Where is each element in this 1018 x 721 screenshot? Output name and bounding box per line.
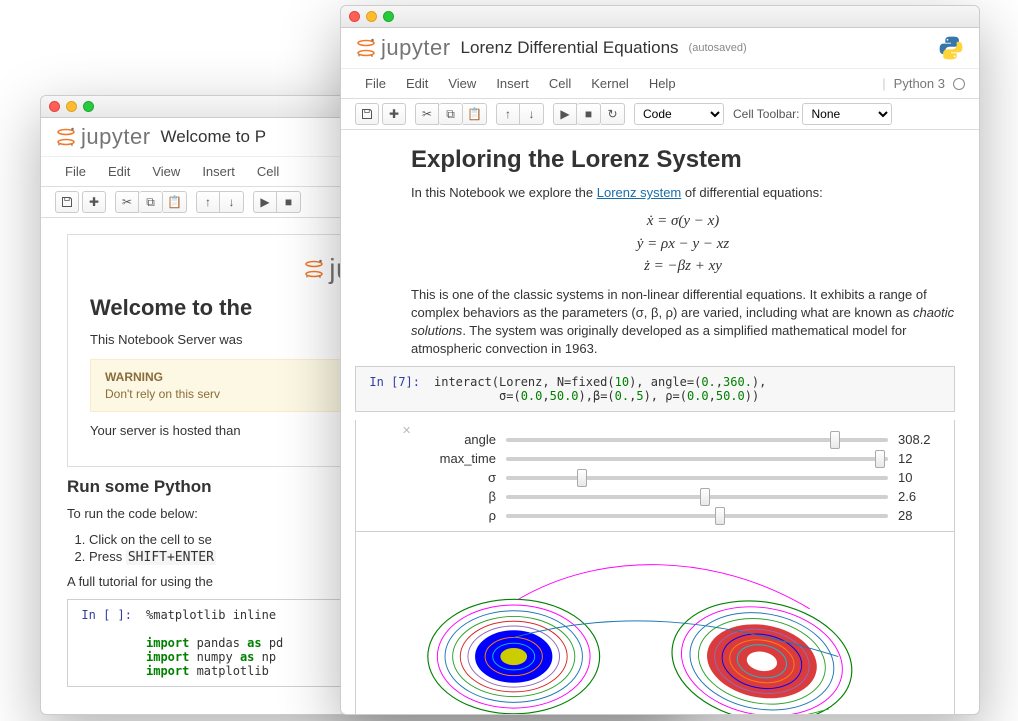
autosaved-label: (autosaved)	[689, 42, 747, 54]
slider-value: 10	[898, 470, 942, 485]
menu-file[interactable]: File	[355, 73, 396, 94]
front-code-body[interactable]: interact(Lorenz, N=fixed(10), angle=(0.,…	[426, 367, 954, 411]
jupyter-logo: jupyter	[355, 35, 451, 61]
slider-value: 308.2	[898, 432, 942, 447]
notebook-title-back[interactable]: Welcome to P	[161, 127, 267, 147]
copy-button[interactable]: ⧉	[139, 191, 163, 213]
slider-label: max_time	[426, 451, 496, 466]
cut-button[interactable]: ✂	[415, 103, 439, 125]
titlebar-front	[341, 6, 979, 28]
copy-button[interactable]: ⧉	[439, 103, 463, 125]
run-button[interactable]: ▶	[253, 191, 277, 213]
toolbar-front: ✚ ✂ ⧉ 📋 ↑ ↓ ▶ ■ ↻ Code Cell Toolbar: Non…	[341, 99, 979, 130]
close-output-icon[interactable]: ✕	[402, 424, 411, 437]
menubar-front: FileEditViewInsertCellKernelHelp | Pytho…	[341, 69, 979, 99]
notebook-title-front[interactable]: Lorenz Differential Equations	[461, 38, 679, 58]
close-icon[interactable]	[49, 101, 60, 112]
slider-row-angle: angle 308.2	[426, 432, 942, 447]
front-h1: Exploring the Lorenz System	[411, 146, 955, 174]
warning-body: Don't rely on this serv	[105, 387, 220, 401]
move-up-button[interactable]: ↑	[496, 103, 520, 125]
front-p2: This is one of the classic systems in no…	[411, 286, 955, 359]
jupyter-logo: jupyter	[55, 124, 151, 150]
celltype-select[interactable]: Code	[634, 103, 724, 125]
cell-toolbar-label: Cell Toolbar:	[733, 107, 799, 121]
paste-button[interactable]: 📋	[463, 103, 487, 125]
slider-handle[interactable]	[577, 469, 587, 487]
menu-insert[interactable]: Insert	[486, 73, 539, 94]
menu-kernel[interactable]: Kernel	[581, 73, 639, 94]
cut-button[interactable]: ✂	[115, 191, 139, 213]
menu-view[interactable]: View	[438, 73, 486, 94]
front-window: jupyter Lorenz Differential Equations (a…	[340, 5, 980, 715]
slider-row-ρ: ρ 28	[426, 508, 942, 523]
slider-label: ρ	[426, 508, 496, 523]
jupyter-logo-text: jupyter	[81, 124, 151, 150]
slider-track[interactable]	[506, 495, 888, 499]
minimize-icon[interactable]	[366, 11, 377, 22]
menu-help[interactable]: Help	[639, 73, 686, 94]
slider-value: 2.6	[898, 489, 942, 504]
menu-insert[interactable]: Insert	[192, 161, 245, 182]
back-prompt: In [ ]:	[68, 600, 138, 686]
slider-label: σ	[426, 470, 496, 485]
slider-value: 12	[898, 451, 942, 466]
cell-toolbar-select[interactable]: None	[802, 103, 892, 125]
equations: ẋ = σ(y − x) ẏ = ρx − y − xz ż = −βz + x…	[411, 210, 955, 278]
maximize-icon[interactable]	[83, 101, 94, 112]
restart-button[interactable]: ↻	[601, 103, 625, 125]
slider-row-β: β 2.6	[426, 489, 942, 504]
add-cell-button[interactable]: ✚	[382, 103, 406, 125]
slider-row-max_time: max_time 12	[426, 451, 942, 466]
slider-track[interactable]	[506, 457, 888, 461]
stop-button[interactable]: ■	[277, 191, 301, 213]
slider-handle[interactable]	[715, 507, 725, 525]
menu-cell[interactable]: Cell	[247, 161, 289, 182]
jupyter-header-front: jupyter Lorenz Differential Equations (a…	[341, 28, 979, 69]
slider-handle[interactable]	[830, 431, 840, 449]
move-down-button[interactable]: ↓	[220, 191, 244, 213]
close-icon[interactable]	[349, 11, 360, 22]
move-up-button[interactable]: ↑	[196, 191, 220, 213]
paste-button[interactable]: 📋	[163, 191, 187, 213]
front-prompt: In [7]:	[356, 367, 426, 411]
front-p1: In this Notebook we explore the Lorenz s…	[411, 184, 955, 202]
content-front: Exploring the Lorenz System In this Note…	[341, 130, 979, 715]
slider-handle[interactable]	[875, 450, 885, 468]
maximize-icon[interactable]	[383, 11, 394, 22]
minimize-icon[interactable]	[66, 101, 77, 112]
save-button[interactable]	[355, 103, 379, 125]
save-button[interactable]	[55, 191, 79, 213]
python-icon	[937, 34, 965, 62]
slider-handle[interactable]	[700, 488, 710, 506]
slider-value: 28	[898, 508, 942, 523]
kernel-status-icon	[953, 78, 965, 90]
lorenz-plot	[355, 532, 955, 715]
slider-row-σ: σ 10	[426, 470, 942, 485]
run-button[interactable]: ▶	[553, 103, 577, 125]
slider-track[interactable]	[506, 438, 888, 442]
jupyter-icon	[55, 126, 77, 148]
kernel-indicator: | Python 3	[882, 76, 965, 91]
slider-track[interactable]	[506, 514, 888, 518]
menu-view[interactable]: View	[142, 161, 190, 182]
menu-cell[interactable]: Cell	[539, 73, 581, 94]
lorenz-link[interactable]: Lorenz system	[597, 185, 682, 200]
slider-label: angle	[426, 432, 496, 447]
menu-edit[interactable]: Edit	[98, 161, 140, 182]
move-down-button[interactable]: ↓	[520, 103, 544, 125]
stop-button[interactable]: ■	[577, 103, 601, 125]
add-cell-button[interactable]: ✚	[82, 191, 106, 213]
slider-label: β	[426, 489, 496, 504]
jupyter-logo-text: jupyter	[381, 35, 451, 61]
slider-track[interactable]	[506, 476, 888, 480]
menu-edit[interactable]: Edit	[396, 73, 438, 94]
kernel-name: Python 3	[894, 76, 945, 91]
widgets-output: ✕ angle 308.2 max_time 12 σ 10 β 2.6 ρ 28	[355, 420, 955, 532]
front-code-cell[interactable]: In [7]: interact(Lorenz, N=fixed(10), an…	[355, 366, 955, 412]
menu-file[interactable]: File	[55, 161, 96, 182]
